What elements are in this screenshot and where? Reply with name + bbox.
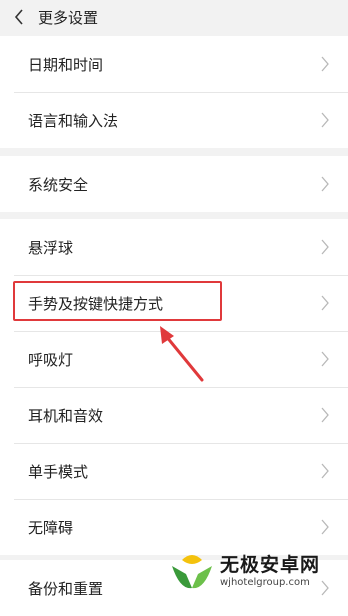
chevron-right-icon bbox=[321, 351, 329, 367]
chevron-right-icon bbox=[321, 112, 329, 128]
settings-item-label: 语言和输入法 bbox=[28, 111, 119, 130]
settings-item-headphones-audio[interactable]: 耳机和音效 bbox=[0, 387, 348, 443]
page-title: 更多设置 bbox=[38, 8, 99, 27]
chevron-right-icon bbox=[321, 176, 329, 192]
settings-item-language-input[interactable]: 语言和输入法 bbox=[0, 92, 348, 148]
chevron-right-icon bbox=[321, 463, 329, 479]
settings-group-security: 系统安全 bbox=[0, 156, 348, 212]
settings-group-datetime-language: 日期和时间 语言和输入法 bbox=[0, 36, 348, 148]
chevron-right-icon bbox=[321, 519, 329, 535]
watermark-name: 无极安卓网 bbox=[220, 554, 321, 576]
settings-item-label: 悬浮球 bbox=[28, 238, 74, 257]
settings-item-label: 日期和时间 bbox=[28, 55, 104, 74]
annotation-arrow-icon bbox=[160, 326, 204, 382]
settings-item-date-time[interactable]: 日期和时间 bbox=[0, 36, 348, 92]
watermark: 无极安卓网 wjhotelgroup.com bbox=[168, 548, 348, 595]
settings-item-label: 单手模式 bbox=[28, 462, 89, 481]
settings-item-label: 无障碍 bbox=[28, 518, 74, 537]
settings-item-floating-ball[interactable]: 悬浮球 bbox=[0, 219, 348, 275]
settings-item-label: 备份和重置 bbox=[28, 579, 104, 598]
watermark-url: wjhotelgroup.com bbox=[220, 577, 310, 588]
settings-item-label: 耳机和音效 bbox=[28, 406, 104, 425]
chevron-right-icon bbox=[321, 239, 329, 255]
settings-item-one-hand-mode[interactable]: 单手模式 bbox=[0, 443, 348, 499]
settings-item-label: 呼吸灯 bbox=[28, 350, 74, 369]
chevron-right-icon bbox=[321, 295, 329, 311]
settings-group-interaction: 悬浮球 手势及按键快捷方式 呼吸灯 耳机和音效 单手模式 无障碍 bbox=[0, 219, 348, 555]
chevron-right-icon bbox=[321, 407, 329, 423]
settings-item-label: 系统安全 bbox=[28, 175, 89, 194]
android-logo-icon bbox=[172, 554, 212, 588]
chevron-left-icon bbox=[14, 9, 23, 25]
top-bar: 更多设置 bbox=[0, 0, 348, 34]
back-button[interactable] bbox=[0, 0, 38, 34]
highlight-box bbox=[13, 281, 222, 321]
chevron-right-icon bbox=[321, 56, 329, 72]
settings-item-accessibility[interactable]: 无障碍 bbox=[0, 499, 348, 555]
settings-item-system-security[interactable]: 系统安全 bbox=[0, 156, 348, 212]
